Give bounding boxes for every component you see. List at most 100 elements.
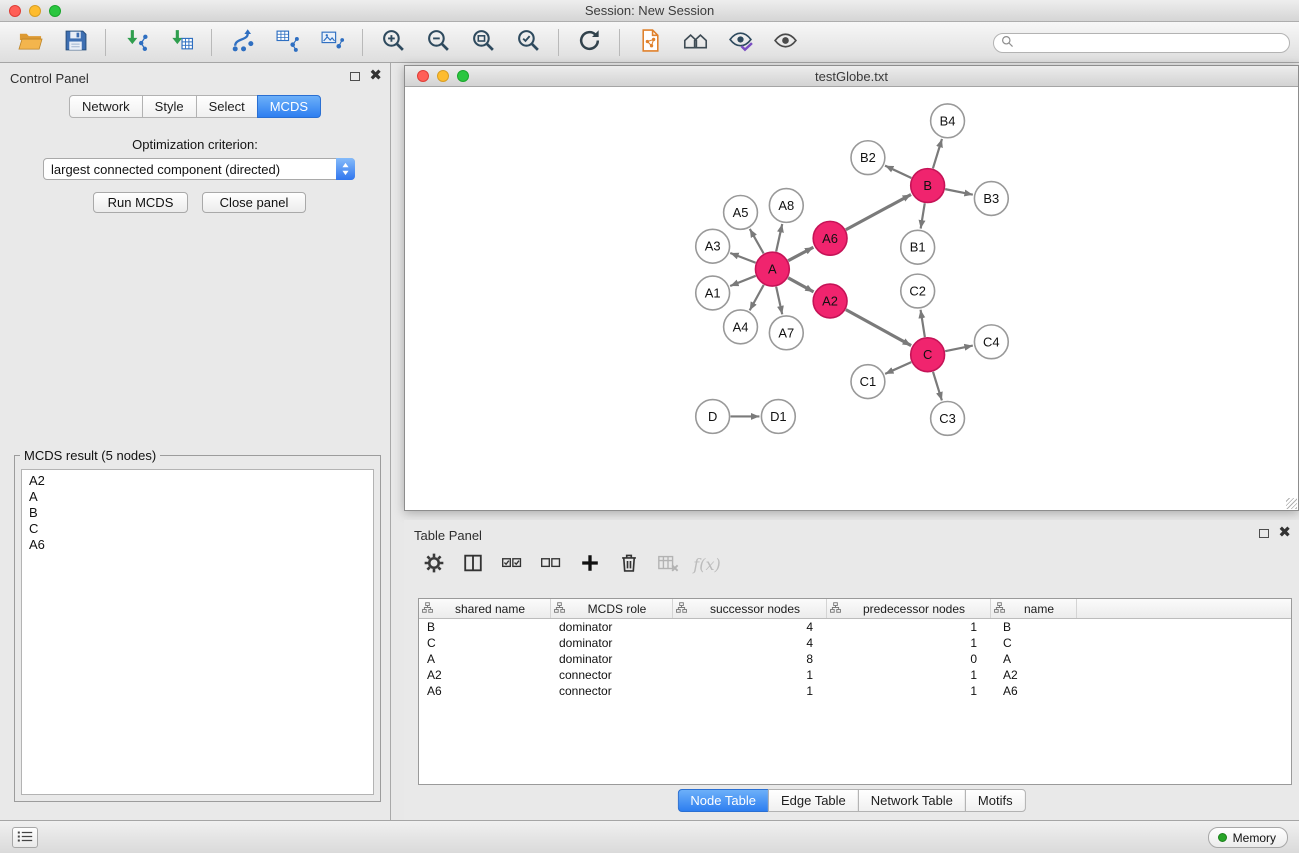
style-check-button[interactable] bbox=[722, 26, 758, 58]
zoom-in-button[interactable] bbox=[375, 26, 411, 58]
network-view[interactable]: AA1A2A3A4A5A6A7A8BB1B2B3B4CC1C2C3C4DD1 bbox=[405, 88, 1298, 510]
network-from-table-button[interactable] bbox=[269, 26, 305, 58]
node-B3[interactable]: B3 bbox=[974, 182, 1008, 216]
node-B2[interactable]: B2 bbox=[851, 141, 885, 175]
tab-select[interactable]: Select bbox=[196, 95, 258, 118]
node-D1[interactable]: D1 bbox=[761, 400, 795, 434]
zoom-out-button[interactable] bbox=[420, 26, 456, 58]
node-C2[interactable]: C2 bbox=[901, 274, 935, 308]
memory-button[interactable]: Memory bbox=[1208, 827, 1288, 848]
node-A3[interactable]: A3 bbox=[696, 229, 730, 263]
mcds-result-item[interactable]: A bbox=[29, 489, 366, 505]
close-window-button[interactable] bbox=[9, 5, 21, 17]
mcds-result-item[interactable]: A6 bbox=[29, 537, 366, 553]
float-table-panel-icon[interactable] bbox=[1259, 529, 1269, 538]
mcds-result-item[interactable]: A2 bbox=[29, 473, 366, 489]
node-D[interactable]: D bbox=[696, 400, 730, 434]
show-details-button[interactable] bbox=[767, 26, 803, 58]
node-A[interactable]: A bbox=[755, 252, 789, 286]
node-A7[interactable]: A7 bbox=[769, 316, 803, 350]
search-field[interactable] bbox=[993, 33, 1290, 53]
edge-C-C3[interactable] bbox=[933, 372, 942, 401]
home-button[interactable] bbox=[677, 26, 713, 58]
table-tab-node-table[interactable]: Node Table bbox=[677, 789, 769, 812]
edge-C-C1[interactable] bbox=[885, 362, 911, 374]
delete-column-button[interactable] bbox=[615, 550, 643, 578]
zoom-window-button[interactable] bbox=[49, 5, 61, 17]
edge-A-A3[interactable] bbox=[730, 253, 755, 263]
float-panel-icon[interactable] bbox=[350, 72, 360, 81]
select-all-rows-button[interactable] bbox=[498, 550, 526, 578]
column-header-predecessor-nodes[interactable]: predecessor nodes bbox=[827, 599, 991, 618]
apply-layout-button[interactable] bbox=[224, 26, 260, 58]
edge-A-A1[interactable] bbox=[730, 276, 756, 286]
node-C[interactable]: C bbox=[911, 338, 945, 372]
table-tab-network-table[interactable]: Network Table bbox=[858, 789, 966, 812]
edge-B-B4[interactable] bbox=[933, 139, 942, 168]
node-C1[interactable]: C1 bbox=[851, 365, 885, 399]
run-mcds-button[interactable]: Run MCDS bbox=[93, 192, 188, 213]
edge-B-B3[interactable] bbox=[945, 189, 973, 195]
node-B[interactable]: B bbox=[911, 169, 945, 203]
minimize-window-button[interactable] bbox=[29, 5, 41, 17]
resize-grip[interactable] bbox=[1286, 498, 1297, 509]
table-tab-motifs[interactable]: Motifs bbox=[965, 789, 1026, 812]
node-C4[interactable]: C4 bbox=[974, 325, 1008, 359]
edge-A-A6[interactable] bbox=[788, 247, 813, 260]
optimization-criterion-select[interactable]: largest connected component (directed) bbox=[43, 158, 355, 180]
node-A8[interactable]: A8 bbox=[769, 189, 803, 223]
table-tab-edge-table[interactable]: Edge Table bbox=[768, 789, 859, 812]
network-zoom-button[interactable] bbox=[457, 70, 469, 82]
refresh-view-button[interactable] bbox=[571, 26, 607, 58]
network-minimize-button[interactable] bbox=[437, 70, 449, 82]
mcds-result-list[interactable]: A2ABCA6 bbox=[21, 469, 374, 795]
column-visibility-button[interactable] bbox=[459, 550, 487, 578]
open-session-button[interactable] bbox=[12, 26, 48, 58]
node-A4[interactable]: A4 bbox=[724, 310, 758, 344]
edge-A-A8[interactable] bbox=[776, 224, 782, 252]
search-input[interactable] bbox=[1018, 36, 1289, 50]
zoom-selected-button[interactable] bbox=[510, 26, 546, 58]
save-session-button[interactable] bbox=[57, 26, 93, 58]
edge-C-C4[interactable] bbox=[945, 346, 973, 352]
column-header-successor-nodes[interactable]: successor nodes bbox=[673, 599, 827, 618]
tab-mcds[interactable]: MCDS bbox=[257, 95, 321, 118]
node-B4[interactable]: B4 bbox=[931, 104, 965, 138]
table-row[interactable]: Cdominator41C bbox=[419, 635, 1291, 651]
column-header-mcds-role[interactable]: MCDS role bbox=[551, 599, 673, 618]
edge-A-A2[interactable] bbox=[788, 278, 813, 292]
edge-C-C2[interactable] bbox=[921, 310, 925, 337]
network-close-button[interactable] bbox=[417, 70, 429, 82]
edge-A-A4[interactable] bbox=[750, 285, 764, 310]
import-network-button[interactable] bbox=[118, 26, 154, 58]
edge-A-A7[interactable] bbox=[776, 287, 782, 315]
table-row[interactable]: A6connector11A6 bbox=[419, 683, 1291, 699]
edge-A2-C[interactable] bbox=[846, 310, 911, 346]
node-A6[interactable]: A6 bbox=[813, 221, 847, 255]
mcds-result-item[interactable]: C bbox=[29, 521, 366, 537]
tab-style[interactable]: Style bbox=[142, 95, 197, 118]
node-A2[interactable]: A2 bbox=[813, 284, 847, 318]
edge-B-B2[interactable] bbox=[885, 166, 911, 178]
deselect-all-rows-button[interactable] bbox=[537, 550, 565, 578]
node-A5[interactable]: A5 bbox=[724, 195, 758, 229]
edge-B-B1[interactable] bbox=[921, 203, 925, 228]
open-network-file-button[interactable] bbox=[632, 26, 668, 58]
edge-A-A5[interactable] bbox=[750, 229, 764, 254]
close-panel-button[interactable]: Close panel bbox=[202, 192, 306, 213]
settings-gear-button[interactable] bbox=[420, 550, 448, 578]
mcds-result-item[interactable]: B bbox=[29, 505, 366, 521]
close-panel-icon[interactable]: ✖ bbox=[369, 70, 382, 82]
network-canvas[interactable]: AA1A2A3A4A5A6A7A8BB1B2B3B4CC1C2C3C4DD1 bbox=[405, 88, 1298, 510]
tab-network[interactable]: Network bbox=[69, 95, 143, 118]
table-row[interactable]: Bdominator41B bbox=[419, 619, 1291, 635]
panels-menu-button[interactable] bbox=[12, 827, 38, 848]
export-image-button[interactable] bbox=[314, 26, 350, 58]
edge-A6-B[interactable] bbox=[846, 194, 911, 229]
zoom-fit-button[interactable] bbox=[465, 26, 501, 58]
table-row[interactable]: A2connector11A2 bbox=[419, 667, 1291, 683]
import-table-button[interactable] bbox=[163, 26, 199, 58]
create-column-button[interactable] bbox=[576, 550, 604, 578]
column-header-shared-name[interactable]: shared name bbox=[419, 599, 551, 618]
close-table-panel-icon[interactable]: ✖ bbox=[1278, 527, 1291, 539]
